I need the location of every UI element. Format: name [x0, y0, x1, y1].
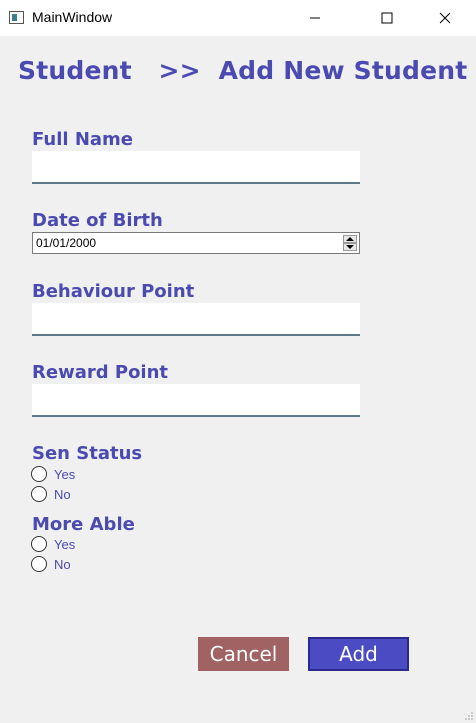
maximize-button[interactable]	[364, 0, 410, 36]
sen-status-label: Sen Status	[32, 443, 143, 464]
radio-label: No	[54, 487, 71, 502]
behaviour-point-label: Behaviour Point	[32, 281, 195, 302]
page-breadcrumb: Student >> Add New Student	[18, 56, 468, 85]
full-name-input[interactable]	[32, 151, 360, 184]
radio-circle-icon[interactable]	[31, 486, 47, 502]
window-title: MainWindow	[32, 9, 113, 25]
reward-point-label: Reward Point	[32, 362, 169, 383]
date-spinner[interactable]	[343, 235, 357, 251]
minimize-button[interactable]	[292, 0, 338, 36]
radio-label: No	[54, 557, 71, 572]
arrow-down-icon	[346, 245, 354, 249]
cancel-button[interactable]: Cancel	[198, 637, 289, 671]
full-name-label: Full Name	[32, 129, 133, 150]
more-able-label: More Able	[32, 514, 135, 535]
radio-label: Yes	[54, 467, 76, 482]
date-of-birth-value: 01/01/2000	[36, 236, 97, 250]
date-of-birth-label: Date of Birth	[32, 210, 163, 231]
close-icon	[439, 12, 451, 24]
spin-up-button[interactable]	[343, 235, 357, 243]
radio-circle-icon[interactable]	[31, 466, 47, 482]
maximize-icon	[381, 12, 393, 24]
add-button[interactable]: Add	[308, 637, 409, 671]
date-of-birth-field[interactable]: 01/01/2000	[32, 232, 360, 254]
minimize-icon	[310, 17, 320, 19]
radio-circle-icon[interactable]	[31, 556, 47, 572]
spin-down-button[interactable]	[343, 243, 357, 251]
close-button[interactable]	[422, 0, 468, 36]
arrow-up-icon	[346, 237, 354, 241]
reward-point-input[interactable]	[32, 384, 360, 417]
radio-circle-icon[interactable]	[31, 536, 47, 552]
resize-grip-icon[interactable]	[464, 711, 474, 721]
radio-label: Yes	[54, 537, 76, 552]
app-window-icon	[9, 11, 24, 24]
behaviour-point-input[interactable]	[32, 303, 360, 336]
title-bar: MainWindow	[0, 0, 476, 36]
